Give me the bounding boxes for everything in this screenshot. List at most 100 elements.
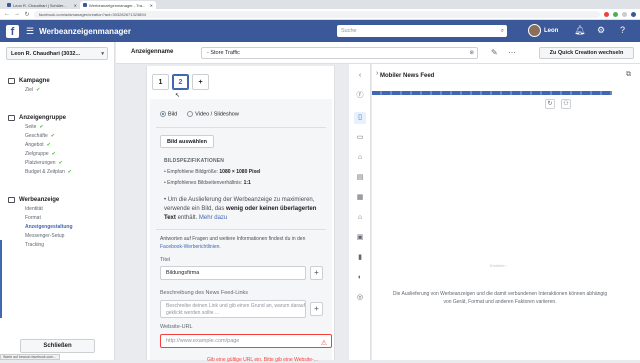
ad-account-selector[interactable]: Leon R. Chaudhari (3032... ▾	[6, 47, 108, 60]
spec-aspect-ratio: • Empfohlenes Bildseitenverhältnis: 1:1	[164, 180, 251, 186]
divider	[156, 229, 326, 230]
browser-tab[interactable]: Leon R. Chaudhari | Schüler... ✕	[4, 1, 80, 9]
extension-icon[interactable]	[613, 11, 618, 17]
facebook-logo-icon[interactable]: f	[6, 24, 19, 38]
extension-icon[interactable]	[622, 11, 627, 17]
help-icon[interactable]: ?	[620, 25, 625, 35]
media-type-radio-group: Bild Video / Slideshow	[160, 111, 239, 117]
image-specs-title: BILDSPEZIFIKATIONEN	[164, 158, 225, 164]
mobile-feed-icon[interactable]: ▯	[354, 112, 366, 124]
close-button[interactable]: Schließen	[20, 339, 95, 353]
sidebar-item-geschaefte[interactable]: Geschäfte ✔	[25, 133, 114, 139]
clear-icon[interactable]: ⊗	[469, 48, 474, 59]
instagram-placement-icon[interactable]: ◎	[354, 292, 366, 304]
share-icon[interactable]: ⚇	[561, 99, 571, 109]
gear-icon[interactable]: ⚙	[597, 25, 605, 36]
refresh-icon[interactable]: ↻	[545, 99, 555, 109]
browser-tabstrip: Leon R. Chaudhari | Schüler... ✕ Werbeanz…	[0, 0, 640, 9]
variant-tab-2[interactable]: 2	[172, 74, 189, 90]
sidebar-item-identitaet[interactable]: Identität	[25, 206, 114, 212]
section-ad[interactable]: Werbeanzeige Identität Format Anzeigenge…	[0, 197, 114, 248]
open-external-icon[interactable]: ⧉	[626, 71, 631, 79]
messenger-placement-icon[interactable]: ◐	[354, 272, 366, 284]
close-tab-icon[interactable]: ✕	[74, 3, 77, 8]
user-profile[interactable]: Leon	[528, 24, 558, 37]
back-icon[interactable]: ←	[4, 11, 10, 17]
preview-disclaimer: Die Auslieferung von Werbeanzeigen und d…	[392, 291, 608, 305]
sidebar-item-zielgruppe[interactable]: Zielgruppe ✔	[25, 151, 114, 157]
divider	[156, 127, 326, 128]
add-title-button[interactable]: +	[310, 266, 323, 280]
quick-creation-button[interactable]: Zu Quick Creation wechseln	[539, 47, 634, 59]
add-variant-button[interactable]: +	[192, 74, 209, 90]
campaign-icon	[8, 78, 15, 84]
close-tab-icon[interactable]: ✕	[150, 3, 153, 8]
search-input[interactable]: Suche ⌕	[337, 25, 507, 37]
description-input[interactable]: Beschreibe deinen Link und gib einen Gru…	[160, 300, 306, 318]
chevron-left-icon[interactable]: ‹	[354, 70, 366, 82]
audience-network-icon[interactable]: ▮	[354, 252, 366, 264]
check-icon: ✔	[39, 124, 44, 130]
add-description-button[interactable]: +	[310, 302, 323, 316]
radio-on-icon	[160, 111, 166, 117]
title-label: Titel	[160, 257, 171, 263]
search-icon[interactable]: ⌕	[501, 25, 504, 37]
sidebar-item-messenger-setup[interactable]: Messenger-Setup	[25, 233, 114, 239]
sidebar-item-budget[interactable]: Budget & Zeitplan ✔	[25, 169, 114, 175]
url-field[interactable]: facebook.com/adsmanager/creation?act=303…	[34, 10, 600, 18]
ad-preview: › Mobiler News Feed ⧉ ↻ ⚇ Erstellen Die …	[372, 64, 640, 360]
creation-sidebar: Leon R. Chaudhari (3032... ▾ Kampagne Zie…	[0, 42, 115, 360]
browser-tab-active[interactable]: Werbeanzeigenmanager - Tra... ✕	[80, 1, 156, 9]
right-column-icon[interactable]: ▤	[354, 172, 366, 184]
adset-icon	[8, 115, 15, 121]
preview-loading-bar	[372, 91, 612, 95]
variant-tabs: 1 2 +	[152, 74, 209, 90]
title-input[interactable]: Bildungsfirma	[160, 266, 306, 280]
radio-video-slideshow[interactable]: Video / Slideshow	[187, 111, 239, 117]
status-bar: Warte auf beacon.facebook.com...	[0, 354, 60, 360]
bell-icon[interactable]: 🔔︎	[574, 25, 585, 36]
marketplace-icon[interactable]: ⌂	[354, 152, 366, 164]
reload-icon[interactable]: ↻	[24, 11, 30, 18]
spec-text-overlay: • Um die Auslieferung der Werbeanzeige z…	[164, 197, 317, 221]
facebook-placement-icon[interactable]: ⓕ	[354, 90, 366, 102]
edit-icon[interactable]: ✎	[491, 48, 498, 57]
placement-rail: ‹ ⓕ ▯ ▭ ⌂ ▤ ▦ ⌂ ▣ ▮ ◐ ◎	[349, 64, 371, 360]
more-icon[interactable]: ⋯	[508, 48, 516, 57]
website-url-label: Website-URL	[160, 324, 193, 330]
chevron-right-icon[interactable]: ›	[376, 70, 378, 77]
check-icon: ✔	[67, 169, 72, 175]
ad-policies-link[interactable]: Facebook-Werberichtlinien.	[160, 244, 221, 250]
video-feed-icon[interactable]: ▣	[354, 232, 366, 244]
forward-icon[interactable]: →	[14, 11, 20, 17]
sidebar-item-anzeigengestaltung[interactable]: Anzeigengestaltung	[25, 224, 114, 230]
facebook-favicon-icon	[7, 3, 11, 7]
spec-image-size: • Empfohlene Bildgröße: 1080 × 1080 Pixe…	[164, 169, 261, 175]
select-image-button[interactable]: Bild auswählen	[160, 135, 215, 148]
section-adset[interactable]: Anzeigengruppe Seite ✔ Geschäfte ✔ Angebot…	[0, 115, 114, 175]
section-campaign[interactable]: Kampagne Ziel ✔	[0, 78, 114, 93]
url-error-text: Gib eine gültige URL ein. Bitte gib eine…	[207, 357, 318, 363]
learn-more-link[interactable]: Mehr dazu	[199, 215, 227, 221]
desktop-feed-icon[interactable]: ▭	[354, 132, 366, 144]
app-title: Werbeanzeigenmanager	[39, 26, 131, 36]
variant-tab-1[interactable]: 1	[152, 74, 169, 90]
sidebar-item-angebot[interactable]: Angebot ✔	[25, 142, 114, 148]
radio-image[interactable]: Bild	[160, 111, 177, 117]
sidebar-item-format[interactable]: Format	[25, 215, 114, 221]
website-url-input[interactable]: http://www.example.com/page ⚠	[160, 334, 332, 348]
sidebar-item-seite[interactable]: Seite ✔	[25, 124, 114, 130]
check-icon: ✔	[58, 160, 63, 166]
check-icon: ✔	[36, 87, 41, 93]
sidebar-item-ziel[interactable]: Ziel ✔	[25, 87, 114, 93]
instant-article-icon[interactable]: ▦	[354, 192, 366, 204]
ad-name-field[interactable]: - Store Traffic ⊗	[201, 47, 478, 59]
profile-icon[interactable]	[631, 11, 636, 17]
sidebar-item-tracking[interactable]: Tracking	[25, 242, 114, 248]
extension-icon[interactable]	[604, 11, 609, 17]
sidebar-item-platzierungen[interactable]: Platzierungen ✔	[25, 160, 114, 166]
menu-icon[interactable]: ☰	[26, 26, 34, 37]
new-tab-button[interactable]	[156, 1, 170, 9]
stories-placement-icon[interactable]: ⌂	[354, 212, 366, 224]
facebook-favicon-icon	[83, 3, 87, 7]
